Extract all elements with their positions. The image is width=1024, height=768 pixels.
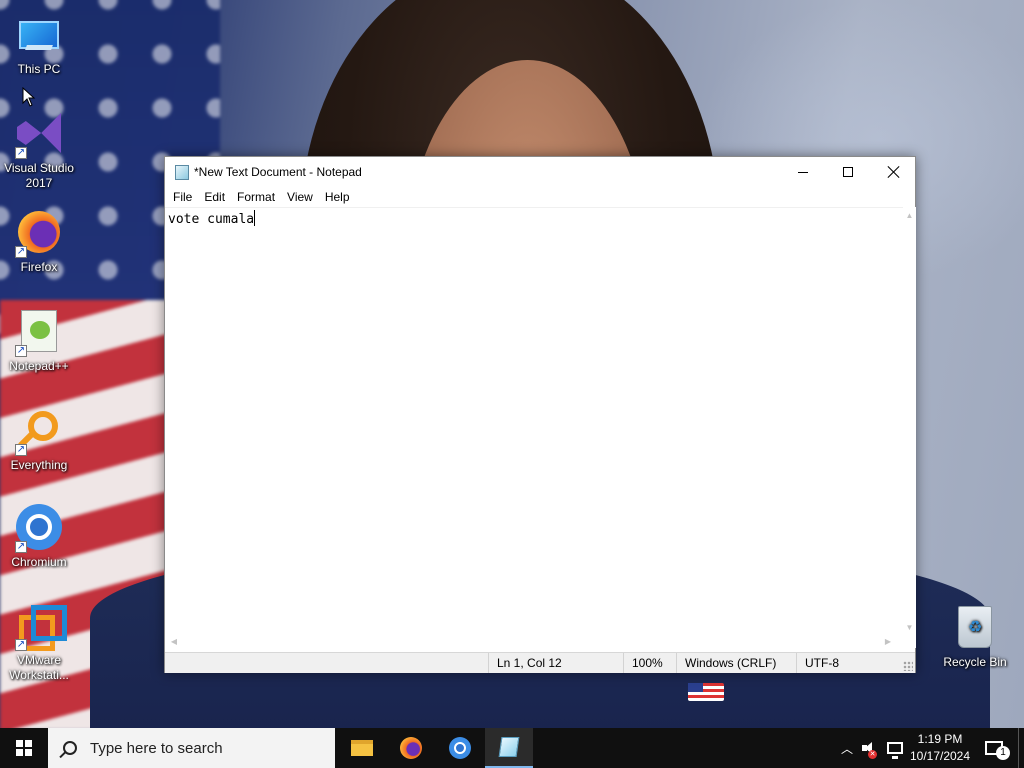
title-bar[interactable]: *New Text Document - Notepad xyxy=(165,157,915,188)
taskbar-search-box[interactable]: Type here to search xyxy=(48,728,335,768)
taskbar-file-explorer[interactable] xyxy=(338,728,386,768)
text-caret xyxy=(254,210,256,226)
volume-button[interactable] xyxy=(858,728,880,768)
desktop-icon-label: Firefox xyxy=(20,260,58,274)
scroll-right-arrow-icon[interactable]: ▶ xyxy=(883,636,893,647)
desktop-icon-firefox[interactable]: ↗ Firefox xyxy=(1,208,77,275)
minimize-button[interactable] xyxy=(780,157,826,187)
show-desktop-button[interactable] xyxy=(1018,728,1024,768)
menu-edit[interactable]: Edit xyxy=(198,188,231,207)
clock-time: 1:19 PM xyxy=(917,732,963,746)
horizontal-scrollbar[interactable]: ◀ ▶ xyxy=(165,635,903,648)
menu-bar: File Edit Format View Help xyxy=(165,188,915,207)
shortcut-arrow-icon: ↗ xyxy=(15,639,27,651)
desktop-icon-label: Notepad++ xyxy=(9,359,69,373)
shortcut-arrow-icon: ↗ xyxy=(15,345,27,357)
windows-logo-icon xyxy=(16,740,32,756)
taskbar-firefox[interactable] xyxy=(387,728,435,768)
network-icon xyxy=(887,742,903,759)
taskbar-clock[interactable]: 1:19 PM 10/17/2024 xyxy=(908,731,972,765)
visual-studio-icon: ↗ xyxy=(15,109,63,159)
menu-format[interactable]: Format xyxy=(231,188,281,207)
desktop-icon-chromium[interactable]: ↗ Chromium xyxy=(1,503,77,570)
vertical-scrollbar[interactable]: ▲ ▼ xyxy=(903,207,916,635)
close-button[interactable] xyxy=(871,157,917,187)
mute-badge-icon: ✕ xyxy=(868,750,877,759)
scrollbar-corner xyxy=(903,635,916,648)
vmware-icon: ↗ xyxy=(15,601,67,651)
shortcut-arrow-icon: ↗ xyxy=(15,541,27,553)
shortcut-arrow-icon: ↗ xyxy=(15,444,27,456)
file-explorer-icon xyxy=(351,740,373,756)
minimize-icon xyxy=(798,171,808,173)
taskbar-notepad[interactable] xyxy=(485,728,533,768)
chromium-icon: ↗ xyxy=(15,503,63,553)
desktop-icon-recycle-bin[interactable]: ♻ Recycle Bin xyxy=(937,603,1013,670)
status-bar: Ln 1, Col 12 100% Windows (CRLF) UTF-8 xyxy=(165,652,915,673)
desktop-icon-label: Recycle Bin xyxy=(943,655,1007,669)
clock-date: 10/17/2024 xyxy=(909,749,971,763)
notepad-app-icon[interactable] xyxy=(175,165,189,180)
window-title: *New Text Document - Notepad xyxy=(194,165,362,179)
close-icon xyxy=(887,165,901,179)
search-placeholder: Type here to search xyxy=(90,739,223,757)
menu-view[interactable]: View xyxy=(281,188,319,207)
desktop-icon-label: This PC xyxy=(17,62,61,76)
network-button[interactable] xyxy=(884,728,906,768)
notepad-plus-plus-icon: ↗ xyxy=(15,307,63,357)
shortcut-arrow-icon: ↗ xyxy=(15,246,27,258)
firefox-icon: ↗ xyxy=(15,208,63,258)
action-center-button[interactable]: 1 xyxy=(974,728,1014,768)
status-cursor-position: Ln 1, Col 12 xyxy=(488,653,623,673)
desktop-icon-everything[interactable]: ↗ Everything xyxy=(1,406,77,473)
desktop-icon-visual-studio[interactable]: ↗ Visual Studio 2017 xyxy=(1,109,77,191)
taskbar-chromium[interactable] xyxy=(436,728,484,768)
flag-pin-icon xyxy=(688,683,724,701)
desktop-icon-label: Chromium xyxy=(11,555,67,569)
notepad-window[interactable]: *New Text Document - Notepad File Edit F… xyxy=(164,156,916,673)
status-encoding: UTF-8 xyxy=(796,653,906,673)
editor-text: vote cumala xyxy=(168,212,255,227)
status-line-endings: Windows (CRLF) xyxy=(676,653,796,673)
desktop-icon-notepad-plus-plus[interactable]: ↗ Notepad++ xyxy=(1,307,77,374)
notepad-icon xyxy=(498,737,520,757)
desktop-icon-vmware[interactable]: ↗ VMware Workstati... xyxy=(1,601,77,683)
menu-help[interactable]: Help xyxy=(319,188,356,207)
maximize-button[interactable] xyxy=(825,157,871,187)
recycle-bin-icon: ♻ xyxy=(951,603,999,651)
maximize-icon xyxy=(843,167,853,177)
resize-grip-icon[interactable] xyxy=(903,661,913,671)
desktop-icon-this-pc[interactable]: This PC xyxy=(1,10,77,77)
search-icon xyxy=(63,741,77,755)
shortcut-arrow-icon: ↗ xyxy=(15,147,27,159)
desktop-icon-label: VMware Workstati... xyxy=(9,653,69,682)
text-editor-area[interactable]: vote cumala xyxy=(165,207,903,635)
chevron-up-icon: ︿ xyxy=(840,741,853,756)
scroll-left-arrow-icon[interactable]: ◀ xyxy=(169,636,179,647)
everything-search-icon: ↗ xyxy=(15,406,63,456)
editor-content[interactable]: vote cumala xyxy=(168,210,256,228)
menu-file[interactable]: File xyxy=(167,188,198,207)
show-hidden-icons-button[interactable]: ︿ xyxy=(838,728,856,768)
firefox-icon xyxy=(400,737,422,759)
this-pc-icon xyxy=(15,10,63,58)
desktop-icon-label: Visual Studio 2017 xyxy=(4,161,74,190)
start-button[interactable] xyxy=(0,728,48,768)
scroll-down-arrow-icon[interactable]: ▼ xyxy=(905,623,914,633)
status-zoom: 100% xyxy=(623,653,676,673)
chromium-icon xyxy=(449,737,471,759)
notification-count-badge: 1 xyxy=(996,746,1010,760)
scroll-up-arrow-icon[interactable]: ▲ xyxy=(905,211,914,221)
taskbar: Type here to search ︿ ✕ 1:19 PM 10/17/20… xyxy=(0,728,1024,768)
desktop-icon-label: Everything xyxy=(10,458,68,472)
